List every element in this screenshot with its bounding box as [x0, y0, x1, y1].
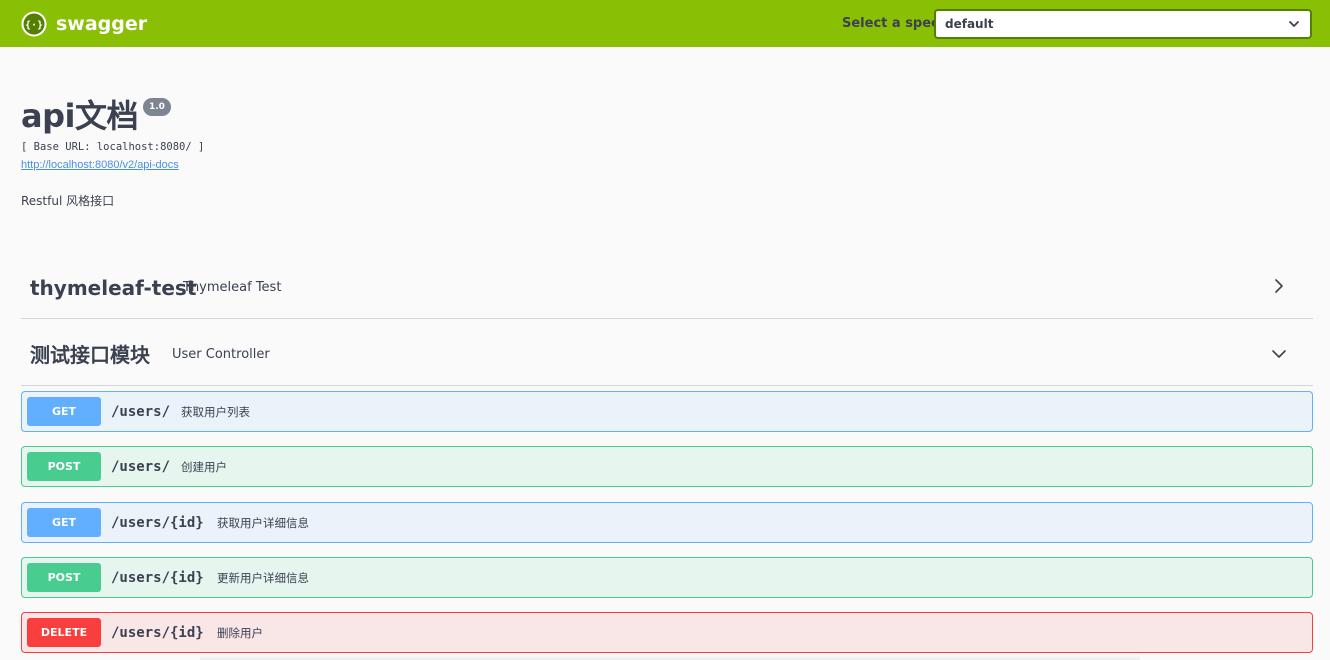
operation-summary: 获取用户列表	[181, 405, 250, 419]
tag-name: thymeleaf-test	[30, 276, 197, 300]
method-badge: POST	[27, 563, 101, 592]
operation-path: /users/	[111, 459, 171, 475]
operation-summary: 更新用户详细信息	[217, 571, 309, 585]
operation-summary: 删除用户	[217, 626, 263, 640]
operation-path: /users/{id}	[111, 515, 204, 531]
operation-path: /users/{id}	[111, 625, 204, 641]
swagger-ui-page: {·} swagger Select a spec default api文档 …	[0, 0, 1330, 660]
operation-path: /users/{id}	[111, 570, 204, 586]
operation-path: /users/	[111, 404, 171, 420]
chevron-right-icon[interactable]	[1271, 278, 1287, 294]
base-url: [ Base URL: localhost:8080/ ]	[21, 141, 205, 153]
scroll-shadow	[200, 655, 1140, 660]
version-badge: 1.0	[142, 98, 171, 116]
method-badge: POST	[27, 452, 101, 481]
swagger-logo[interactable]: {·} swagger	[21, 11, 147, 37]
operation-summary: 创建用户	[181, 460, 227, 474]
operation-post-users[interactable]: POST /users/ 创建用户	[21, 446, 1313, 487]
chevron-down-icon	[1289, 21, 1299, 27]
operation-get-user-by-id[interactable]: GET /users/{id} 获取用户详细信息	[21, 502, 1313, 543]
tag-description: User Controller	[172, 347, 270, 362]
api-title: api文档	[21, 97, 138, 135]
select-spec-label: Select a spec	[842, 16, 939, 31]
svg-text:{·}: {·}	[25, 20, 43, 31]
topbar: {·} swagger Select a spec default	[0, 0, 1330, 47]
operation-delete-user[interactable]: DELETE /users/{id} 删除用户	[21, 612, 1313, 653]
operation-get-users[interactable]: GET /users/ 获取用户列表	[21, 391, 1313, 432]
spec-select-value: default	[945, 17, 994, 31]
operation-post-user-by-id[interactable]: POST /users/{id} 更新用户详细信息	[21, 557, 1313, 598]
swagger-braces-icon: {·}	[21, 11, 47, 37]
tag-name: 测试接口模块	[30, 343, 150, 367]
method-badge: GET	[27, 508, 101, 537]
api-info: api文档 1.0	[21, 95, 171, 137]
tag-thymeleaf-test[interactable]: thymeleaf-test Thymeleaf Test	[21, 253, 1313, 319]
operation-summary: 获取用户详细信息	[217, 516, 309, 530]
spec-select[interactable]: default	[934, 9, 1312, 39]
api-description: Restful 风格接口	[21, 194, 115, 208]
method-badge: GET	[27, 397, 101, 426]
method-badge: DELETE	[27, 618, 101, 647]
chevron-down-icon[interactable]	[1271, 346, 1287, 362]
logo-text: swagger	[56, 13, 148, 35]
tag-user-controller[interactable]: 测试接口模块 User Controller	[21, 320, 1313, 386]
api-docs-link[interactable]: http://localhost:8080/v2/api-docs	[21, 158, 179, 172]
tag-description: Thymeleaf Test	[183, 280, 282, 295]
